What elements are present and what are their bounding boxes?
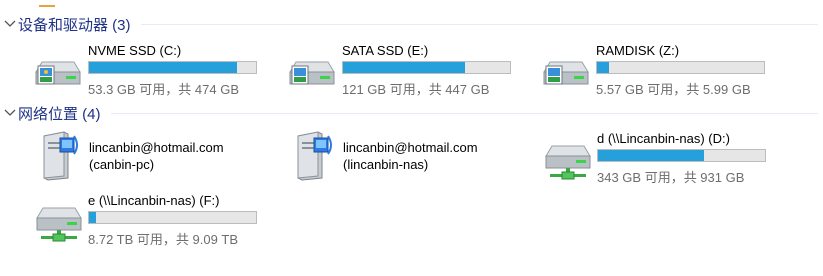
chevron-down-icon[interactable] <box>2 105 18 121</box>
drive-usage-bar <box>342 61 511 74</box>
drive-name: e (\\Lincanbin-nas) (F:) <box>88 193 220 208</box>
network-computer-icon <box>292 130 336 187</box>
network-host-text: (canbin-pc) <box>89 157 155 172</box>
network-location-name: lincanbin@hotmail.com <box>89 140 224 155</box>
drive-usage-bar <box>88 211 257 224</box>
drive-name: d (\\Lincanbin-nas) (D:) <box>597 131 730 146</box>
drive-space-text: 121 GB 可用，共 447 GB <box>342 82 490 97</box>
drive-name: SATA SSD (E:) <box>342 43 429 58</box>
group-title: 设备和驱动器 (3) <box>18 16 131 34</box>
drive-usage-fill <box>89 62 238 73</box>
drive-usage-fill <box>89 212 96 223</box>
drive-usage-bar <box>596 61 765 74</box>
system-drive-icon <box>34 50 82 93</box>
chevron-down-icon[interactable] <box>2 16 18 32</box>
network-location-name: lincanbin@hotmail.com <box>343 140 478 155</box>
drive-usage-fill <box>597 62 609 73</box>
drive-space-text: 53.3 GB 可用，共 474 GB <box>88 82 240 97</box>
drive-space-text: 5.57 GB 可用，共 5.99 GB <box>596 82 751 97</box>
drive-icon <box>288 50 336 93</box>
drive-usage-bar <box>88 61 257 74</box>
network-computer-icon <box>38 130 82 187</box>
network-drive-d[interactable]: d (\\Lincanbin-nas) (D:) 343 GB 可用，共 931… <box>544 126 784 185</box>
drive-space-text: 343 GB 可用，共 931 GB <box>597 170 745 185</box>
drive-icon <box>542 50 590 93</box>
drive-tile-c[interactable]: NVME SSD (C:) 53.3 GB 可用，共 474 GB <box>34 40 264 97</box>
network-host-text: (lincanbin-nas) <box>343 157 429 172</box>
drive-name: NVME SSD (C:) <box>88 43 182 58</box>
network-drive-f[interactable]: e (\\Lincanbin-nas) (F:) 8.72 TB 可用，共 9.… <box>35 190 275 249</box>
drive-tile-e[interactable]: SATA SSD (E:) 121 GB 可用，共 447 GB <box>288 40 518 97</box>
network-location-lincanbin-nas[interactable]: lincanbin@hotmail.com (lincanbin-nas) <box>292 128 522 182</box>
drive-usage-bar <box>597 149 766 162</box>
group-title: 网络位置 (4) <box>18 105 101 123</box>
group-divider <box>110 112 818 114</box>
group-header-devices[interactable]: 设备和驱动器 (3) <box>2 14 818 34</box>
network-drive-icon <box>35 204 83 249</box>
scroll-top-indicator <box>39 0 55 7</box>
network-location-canbin-pc[interactable]: lincanbin@hotmail.com (canbin-pc) <box>38 128 268 182</box>
drive-usage-fill <box>343 62 465 73</box>
drive-tile-z[interactable]: RAMDISK (Z:) 5.57 GB 可用，共 5.99 GB <box>542 40 772 97</box>
drive-space-text: 8.72 TB 可用，共 9.09 TB <box>88 232 239 247</box>
drive-usage-fill <box>598 150 704 161</box>
group-header-network[interactable]: 网络位置 (4) <box>2 103 818 123</box>
network-drive-icon <box>544 142 592 187</box>
group-divider <box>140 23 818 25</box>
drive-name: RAMDISK (Z:) <box>596 43 680 58</box>
